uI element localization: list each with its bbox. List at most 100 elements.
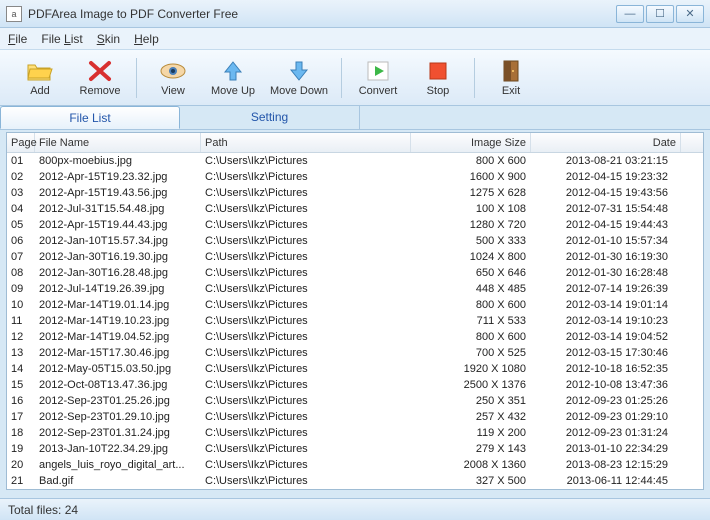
cell-path: C:\Users\Ikz\Pictures: [201, 217, 411, 233]
menu-help[interactable]: Help: [134, 32, 159, 46]
menu-filelist[interactable]: File List: [41, 32, 82, 46]
cell-imagesize: 800 X 600: [411, 153, 531, 169]
table-row[interactable]: 20angels_luis_royo_digital_art...C:\User…: [7, 457, 703, 473]
movedown-button[interactable]: Move Down: [263, 53, 335, 103]
table-row[interactable]: 152012-Oct-08T13.47.36.jpgC:\Users\Ikz\P…: [7, 377, 703, 393]
grid-body[interactable]: 01800px-moebius.jpgC:\Users\Ikz\Pictures…: [7, 153, 703, 489]
cell-imagesize: 650 X 646: [411, 265, 531, 281]
app-icon: a: [6, 6, 22, 22]
minimize-button[interactable]: —: [616, 5, 644, 23]
cell-imagesize: 448 X 485: [411, 281, 531, 297]
cell-path: C:\Users\Ikz\Pictures: [201, 361, 411, 377]
col-page[interactable]: Page: [7, 133, 35, 152]
door-exit-icon: [497, 59, 525, 83]
cell-date: 2012-10-08 13:47:36: [531, 377, 681, 393]
cell-date: 2012-01-30 16:19:30: [531, 249, 681, 265]
cell-imagesize: 2008 X 1360: [411, 457, 531, 473]
table-row[interactable]: 01800px-moebius.jpgC:\Users\Ikz\Pictures…: [7, 153, 703, 169]
cell-filename: 2012-Mar-15T17.30.46.jpg: [35, 345, 201, 361]
cell-filename: 2012-Oct-08T13.47.36.jpg: [35, 377, 201, 393]
table-row[interactable]: 172012-Sep-23T01.29.10.jpgC:\Users\Ikz\P…: [7, 409, 703, 425]
movedown-label: Move Down: [270, 85, 328, 97]
convert-button[interactable]: Convert: [348, 53, 408, 103]
cell-filename: Bad.gif: [35, 473, 201, 489]
table-row[interactable]: 082012-Jan-30T16.28.48.jpgC:\Users\Ikz\P…: [7, 265, 703, 281]
cell-imagesize: 1024 X 800: [411, 249, 531, 265]
cell-path: C:\Users\Ikz\Pictures: [201, 169, 411, 185]
eye-icon: [159, 59, 187, 83]
cell-imagesize: 1600 X 900: [411, 169, 531, 185]
cell-filename: 2013-Jan-10T22.34.29.jpg: [35, 441, 201, 457]
cell-filename: 2012-Apr-15T19.23.32.jpg: [35, 169, 201, 185]
table-row[interactable]: 112012-Mar-14T19.10.23.jpgC:\Users\Ikz\P…: [7, 313, 703, 329]
cell-filename: 2012-Sep-23T01.29.10.jpg: [35, 409, 201, 425]
table-row[interactable]: 042012-Jul-31T15.54.48.jpgC:\Users\Ikz\P…: [7, 201, 703, 217]
cell-date: 2012-03-14 19:01:14: [531, 297, 681, 313]
table-row[interactable]: 062012-Jan-10T15.57.34.jpgC:\Users\Ikz\P…: [7, 233, 703, 249]
maximize-button[interactable]: ☐: [646, 5, 674, 23]
close-button[interactable]: ✕: [676, 5, 704, 23]
convert-label: Convert: [359, 85, 398, 97]
status-total: Total files: 24: [8, 503, 78, 517]
menu-file[interactable]: File: [8, 32, 27, 46]
cell-page: 01: [7, 153, 35, 169]
cell-imagesize: 500 X 333: [411, 233, 531, 249]
table-row[interactable]: 072012-Jan-30T16.19.30.jpgC:\Users\Ikz\P…: [7, 249, 703, 265]
table-row[interactable]: 032012-Apr-15T19.43.56.jpgC:\Users\Ikz\P…: [7, 185, 703, 201]
cell-page: 06: [7, 233, 35, 249]
menu-skin[interactable]: Skin: [97, 32, 120, 46]
moveup-button[interactable]: Move Up: [203, 53, 263, 103]
tab-filelist[interactable]: File List: [0, 106, 180, 129]
cell-path: C:\Users\Ikz\Pictures: [201, 233, 411, 249]
table-row[interactable]: 102012-Mar-14T19.01.14.jpgC:\Users\Ikz\P…: [7, 297, 703, 313]
view-button[interactable]: View: [143, 53, 203, 103]
cell-imagesize: 100 X 108: [411, 201, 531, 217]
tab-setting[interactable]: Setting: [180, 106, 360, 129]
table-row[interactable]: 132012-Mar-15T17.30.46.jpgC:\Users\Ikz\P…: [7, 345, 703, 361]
cell-path: C:\Users\Ikz\Pictures: [201, 425, 411, 441]
window-title: PDFArea Image to PDF Converter Free: [28, 7, 614, 21]
table-row[interactable]: 21Bad.gifC:\Users\Ikz\Pictures327 X 5002…: [7, 473, 703, 489]
stop-label: Stop: [427, 85, 450, 97]
cell-filename: 2012-Jan-10T15.57.34.jpg: [35, 233, 201, 249]
table-row[interactable]: 192013-Jan-10T22.34.29.jpgC:\Users\Ikz\P…: [7, 441, 703, 457]
separator: [474, 58, 475, 98]
col-filename[interactable]: File Name: [35, 133, 201, 152]
moveup-label: Move Up: [211, 85, 255, 97]
cell-page: 04: [7, 201, 35, 217]
col-path[interactable]: Path: [201, 133, 411, 152]
cell-imagesize: 800 X 600: [411, 329, 531, 345]
cell-path: C:\Users\Ikz\Pictures: [201, 281, 411, 297]
table-row[interactable]: 122012-Mar-14T19.04.52.jpgC:\Users\Ikz\P…: [7, 329, 703, 345]
tabs: File List Setting: [0, 106, 710, 130]
add-button[interactable]: Add: [10, 53, 70, 103]
table-row[interactable]: 182012-Sep-23T01.31.24.jpgC:\Users\Ikz\P…: [7, 425, 703, 441]
cell-date: 2012-07-31 15:54:48: [531, 201, 681, 217]
cell-path: C:\Users\Ikz\Pictures: [201, 265, 411, 281]
cell-imagesize: 711 X 533: [411, 313, 531, 329]
cell-imagesize: 1280 X 720: [411, 217, 531, 233]
cell-date: 2013-08-23 12:15:29: [531, 457, 681, 473]
table-row[interactable]: 162012-Sep-23T01.25.26.jpgC:\Users\Ikz\P…: [7, 393, 703, 409]
cell-page: 20: [7, 457, 35, 473]
cell-date: 2012-09-23 01:29:10: [531, 409, 681, 425]
cell-filename: 800px-moebius.jpg: [35, 153, 201, 169]
cell-path: C:\Users\Ikz\Pictures: [201, 393, 411, 409]
table-row[interactable]: 092012-Jul-14T19.26.39.jpgC:\Users\Ikz\P…: [7, 281, 703, 297]
table-row[interactable]: 142012-May-05T15.03.50.jpgC:\Users\Ikz\P…: [7, 361, 703, 377]
table-row[interactable]: 052012-Apr-15T19.44.43.jpgC:\Users\Ikz\P…: [7, 217, 703, 233]
col-date[interactable]: Date: [531, 133, 681, 152]
cell-date: 2012-01-10 15:57:34: [531, 233, 681, 249]
cell-date: 2012-04-15 19:43:56: [531, 185, 681, 201]
remove-button[interactable]: Remove: [70, 53, 130, 103]
cell-date: 2012-10-18 16:52:35: [531, 361, 681, 377]
stop-button[interactable]: Stop: [408, 53, 468, 103]
play-icon: [364, 59, 392, 83]
cell-filename: 2012-Jan-30T16.19.30.jpg: [35, 249, 201, 265]
table-row[interactable]: 022012-Apr-15T19.23.32.jpgC:\Users\Ikz\P…: [7, 169, 703, 185]
cell-path: C:\Users\Ikz\Pictures: [201, 441, 411, 457]
cell-date: 2012-04-15 19:44:43: [531, 217, 681, 233]
exit-button[interactable]: Exit: [481, 53, 541, 103]
cell-date: 2012-03-15 17:30:46: [531, 345, 681, 361]
col-imagesize[interactable]: Image Size: [411, 133, 531, 152]
